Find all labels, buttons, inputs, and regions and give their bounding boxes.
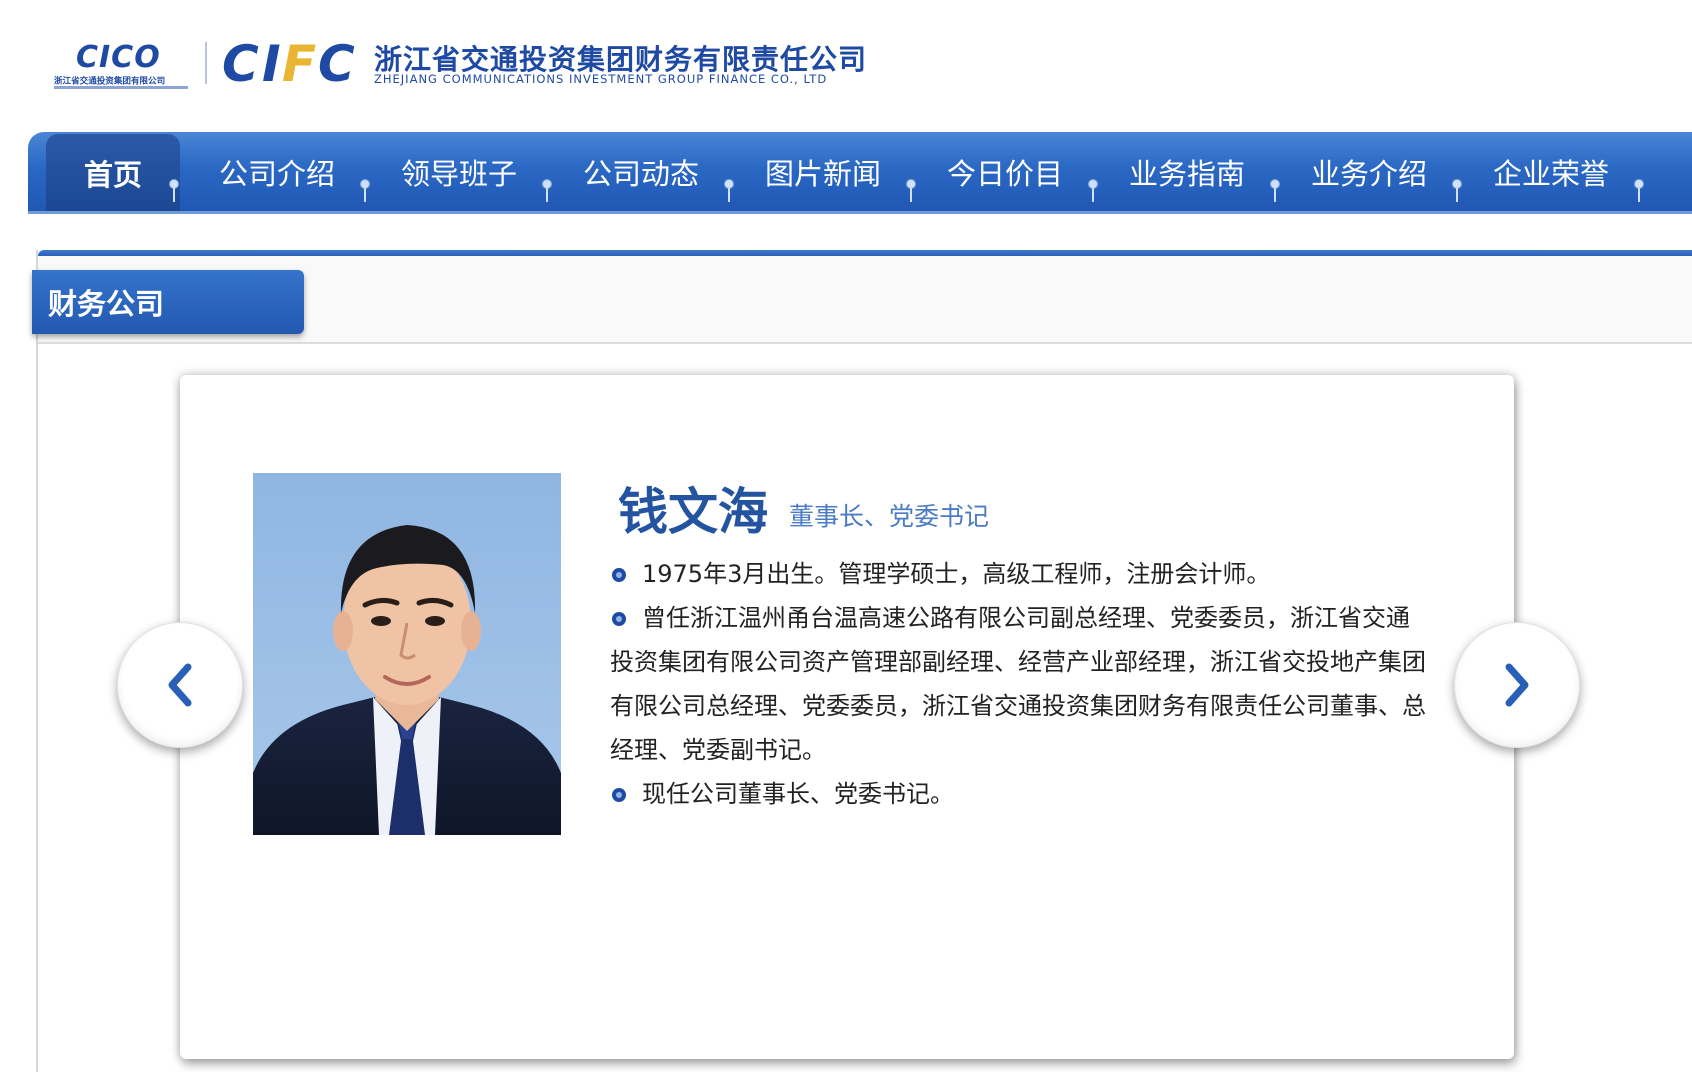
- carousel-prev-button[interactable]: [117, 622, 243, 748]
- bullet-icon: [612, 788, 626, 802]
- cifc-logo-letter: C: [318, 35, 355, 93]
- cifc-logo-letter: F: [282, 35, 317, 93]
- bullet-icon: [612, 612, 626, 626]
- company-name-en: ZHEJIANG COMMUNICATIONS INVESTMENT GROUP…: [374, 72, 828, 86]
- cifc-logo-letter: C: [222, 35, 259, 93]
- nav-item-home[interactable]: 首页: [46, 134, 180, 211]
- nav-item-company-news[interactable]: 公司动态: [556, 132, 726, 211]
- leader-title: 董事长、党委书记: [789, 502, 990, 531]
- carousel-next-button[interactable]: [1454, 622, 1580, 748]
- nav-item-photo-news[interactable]: 图片新闻: [738, 132, 908, 211]
- nav-separator-pin: [905, 180, 917, 210]
- nav-item-business-guide[interactable]: 业务指南: [1102, 132, 1272, 211]
- bio-item-text: 1975年3月出生。管理学硕士，高级工程师，注册会计师。: [642, 560, 1271, 588]
- chevron-right-icon: [1505, 663, 1529, 707]
- bio-item-text: 现任公司董事长、党委书记。: [642, 780, 954, 808]
- cico-logo-underline: [54, 86, 188, 89]
- cifc-logo[interactable]: C I F C: [222, 36, 362, 92]
- nav-separator-pin: [1633, 180, 1645, 210]
- cico-logo[interactable]: CICO 浙江省交通投资集团有限公司: [54, 40, 190, 90]
- bio-item: 曾任浙江温州甬台温高速公路有限公司副总经理、党委委员，浙江省交通投资集团有限公司…: [610, 596, 1430, 772]
- nav-item-todays-prices[interactable]: 今日价目: [920, 132, 1090, 211]
- site-header: CICO 浙江省交通投资集团有限公司 C I F C 浙江省交通投资集团财务有限…: [0, 0, 1692, 120]
- section-tab-label[interactable]: 财务公司: [32, 270, 304, 334]
- main-nav: 首页 公司介绍 领导班子 公司动态 图片新闻 今日价目 业务指南 业务介绍 企业…: [28, 132, 1692, 214]
- nav-item-leadership[interactable]: 领导班子: [374, 132, 544, 211]
- bullet-icon: [612, 568, 626, 582]
- bio-item: 1975年3月出生。管理学硕士，高级工程师，注册会计师。: [610, 552, 1430, 596]
- nav-separator-pin: [541, 180, 553, 210]
- nav-separator-pin: [1451, 180, 1463, 210]
- chevron-left-icon: [168, 663, 192, 707]
- nav-separator-pin: [1269, 180, 1281, 210]
- nav-separator-pin: [168, 180, 180, 210]
- leader-name: 钱文海: [618, 483, 768, 541]
- nav-separator-pin: [1087, 180, 1099, 210]
- nav-separator-pin: [723, 180, 735, 210]
- bio-item: 现任公司董事长、党委书记。: [610, 772, 1430, 816]
- logo-divider: [205, 42, 207, 84]
- nav-item-business-intro[interactable]: 业务介绍: [1284, 132, 1454, 211]
- leader-profile-card: 钱文海 董事长、党委书记 1975年3月出生。管理学硕士，高级工程师，注册会计师…: [180, 375, 1514, 1059]
- cico-logo-mark: CICO: [76, 40, 161, 75]
- nav-separator-pin: [359, 180, 371, 210]
- leader-portrait: [253, 473, 561, 835]
- cico-logo-subtext: 浙江省交通投资集团有限公司: [54, 76, 166, 87]
- nav-item-company-intro[interactable]: 公司介绍: [192, 132, 362, 211]
- nav-item-honors[interactable]: 企业荣誉: [1466, 132, 1636, 211]
- bio-item-text: 曾任浙江温州甬台温高速公路有限公司副总经理、党委委员，浙江省交通投资集团有限公司…: [610, 604, 1426, 764]
- leader-bio: 1975年3月出生。管理学硕士，高级工程师，注册会计师。 曾任浙江温州甬台温高速…: [610, 552, 1430, 816]
- cifc-logo-letter: I: [262, 35, 281, 93]
